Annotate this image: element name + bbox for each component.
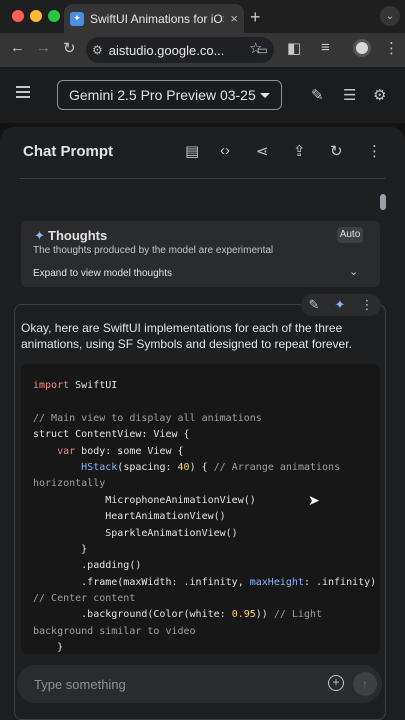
code-line: var body: some View { bbox=[57, 445, 184, 457]
edit-icon[interactable]: ✎ bbox=[311, 86, 324, 104]
rerun-sparkle-icon[interactable]: ✦ bbox=[335, 297, 346, 313]
code-line: } bbox=[33, 543, 88, 555]
divider bbox=[20, 178, 385, 179]
back-arrow-icon[interactable]: ← bbox=[10, 39, 25, 56]
minimize-window-button[interactable] bbox=[30, 10, 42, 22]
mouse-pointer-icon: ➤ bbox=[308, 492, 320, 508]
prompt-placeholder: Type something bbox=[34, 677, 126, 692]
more-options-icon[interactable]: ⋮ bbox=[367, 142, 382, 160]
media-control-icon[interactable]: ≡ bbox=[321, 39, 330, 56]
url-text: aistudio.google.co... bbox=[108, 42, 225, 58]
code-line: HeartAnimationView() bbox=[33, 511, 226, 523]
add-media-plus-icon[interactable]: + bbox=[328, 675, 344, 691]
new-tab-button[interactable]: + bbox=[250, 7, 261, 28]
zoom-window-button[interactable] bbox=[48, 10, 60, 22]
code-line: } bbox=[33, 642, 64, 654]
page-title: Chat Prompt bbox=[23, 143, 113, 160]
tab-close-icon[interactable]: × bbox=[230, 11, 238, 26]
code-line: .background(Color(white: 0.95)) // Light bbox=[33, 609, 323, 621]
sparkle-icon: ✦ bbox=[34, 228, 45, 243]
expand-thoughts-link[interactable]: Expand to view model thoughts bbox=[33, 268, 172, 279]
model-selector[interactable]: Gemini 2.5 Pro Preview 03-25 bbox=[57, 80, 282, 110]
dropdown-caret-icon bbox=[260, 92, 270, 98]
code-line: horizontally bbox=[33, 478, 106, 490]
clipboard-icon[interactable]: ▤ bbox=[185, 142, 199, 160]
thoughts-subtitle: The thoughts produced by the model are e… bbox=[33, 245, 274, 256]
response-actions: ✎ ✦ ⋮ bbox=[301, 294, 381, 316]
tune-sliders-icon[interactable]: ☰ bbox=[343, 86, 356, 104]
code-line: import SwiftUI bbox=[33, 380, 118, 391]
tab-favicon-icon: ✦ bbox=[70, 11, 84, 26]
thoughts-title: Thoughts bbox=[48, 228, 108, 243]
tab-search-chevron-icon[interactable]: ⌄ bbox=[380, 6, 400, 26]
code-block: import SwiftUI // Main view to display al… bbox=[21, 364, 380, 654]
browser-tab[interactable]: ✦ SwiftUI Animations for iOS Ap × bbox=[64, 4, 244, 33]
browser-menu-icon[interactable]: ⋮ bbox=[384, 39, 399, 57]
profile-avatar[interactable] bbox=[353, 39, 371, 57]
code-line: HStack(spacing: 40) { // Arrange animati… bbox=[81, 461, 341, 473]
save-drive-icon[interactable]: ⇪ bbox=[293, 142, 306, 160]
model-name: Gemini 2.5 Pro Preview 03-25 bbox=[69, 87, 256, 103]
code-line: background similar to video bbox=[33, 625, 196, 637]
reload-icon[interactable]: ↻ bbox=[63, 39, 76, 57]
code-line: .frame(maxWidth: .infinity, maxHeight: .… bbox=[33, 576, 377, 588]
code-line: SparkleAnimationView() bbox=[33, 527, 238, 539]
site-settings-icon[interactable]: ⚙ bbox=[92, 43, 103, 57]
code-line: // Main view to display all animations bbox=[33, 412, 262, 424]
tab-title: SwiftUI Animations for iOS Ap bbox=[90, 11, 224, 26]
extensions-icon[interactable]: ◧ bbox=[287, 39, 301, 57]
close-window-button[interactable] bbox=[12, 10, 24, 22]
address-bar[interactable]: ⚙ aistudio.google.co... ▭ bbox=[86, 37, 274, 63]
run-send-button[interactable]: ↑ bbox=[353, 672, 377, 696]
scrollbar-thumb[interactable] bbox=[380, 194, 386, 210]
response-intro: Okay, here are SwiftUI implementations f… bbox=[21, 321, 352, 351]
code-line: .padding() bbox=[33, 560, 142, 572]
response-more-icon[interactable]: ⋮ bbox=[360, 297, 373, 313]
edit-response-icon[interactable]: ✎ bbox=[309, 297, 320, 313]
forward-arrow-icon[interactable]: → bbox=[36, 39, 51, 56]
menu-hamburger-icon[interactable] bbox=[16, 86, 30, 98]
bookmark-star-icon[interactable]: ☆ bbox=[249, 39, 262, 57]
code-icon[interactable]: ‹› bbox=[220, 142, 230, 159]
chevron-down-icon[interactable]: ⌄ bbox=[349, 265, 358, 278]
code-line: // Center content bbox=[33, 593, 136, 605]
thoughts-auto-badge: Auto bbox=[337, 227, 363, 243]
settings-gear-icon[interactable]: ⚙ bbox=[373, 86, 386, 104]
code-line: struct ContentView: View { bbox=[33, 429, 190, 441]
share-icon[interactable]: ⋖ bbox=[256, 142, 269, 160]
refresh-icon[interactable]: ↻ bbox=[330, 142, 343, 160]
